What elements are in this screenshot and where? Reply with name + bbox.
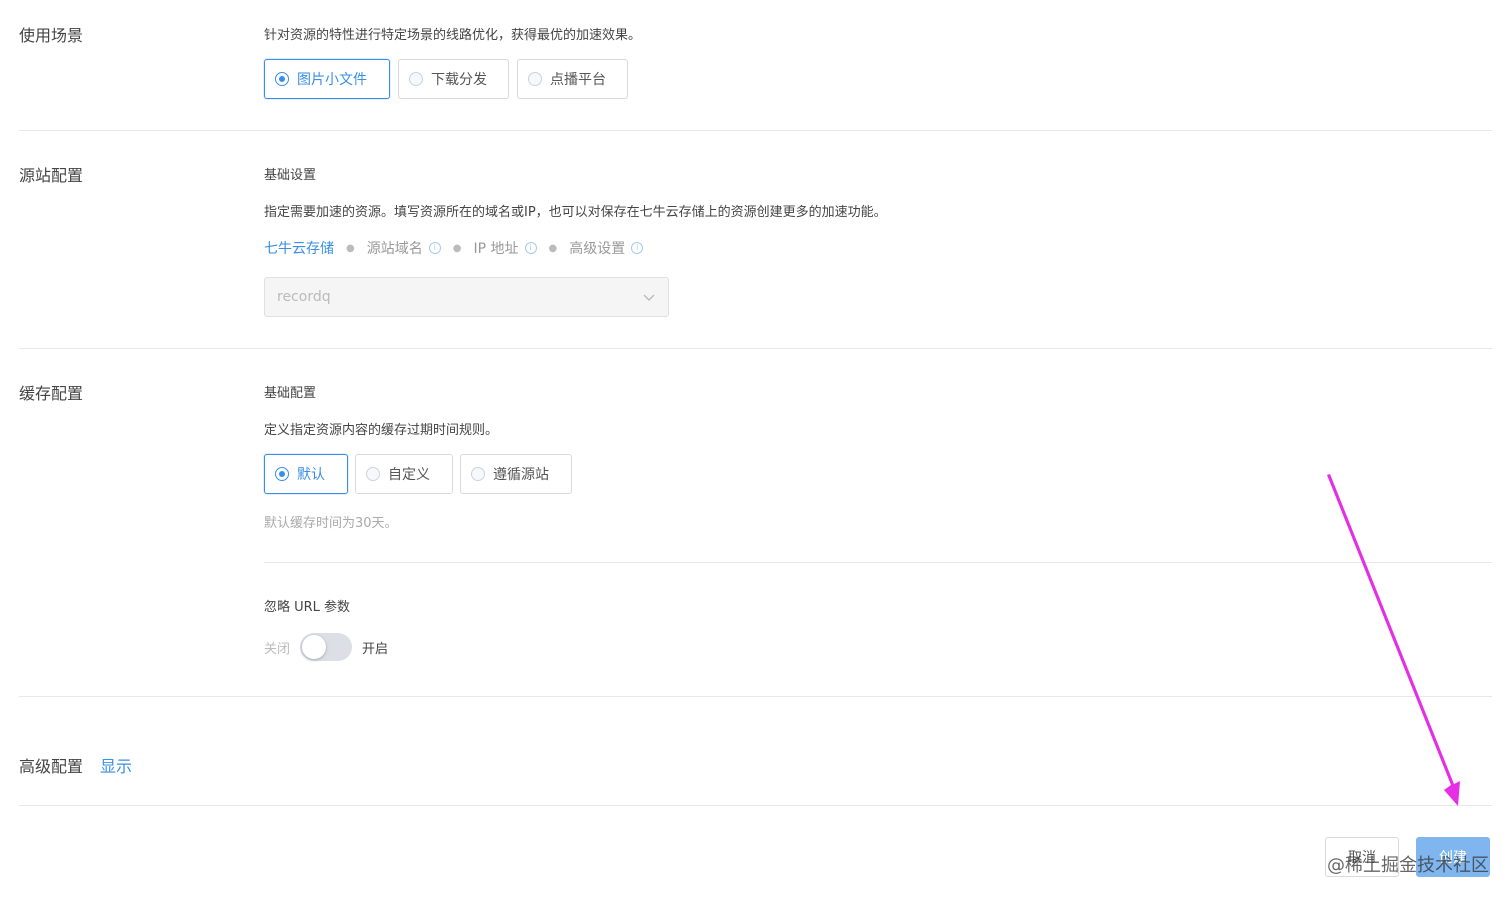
watermark: @稀土掘金技术社区 <box>1327 855 1489 876</box>
annotation-arrow-icon <box>1327 474 1460 806</box>
